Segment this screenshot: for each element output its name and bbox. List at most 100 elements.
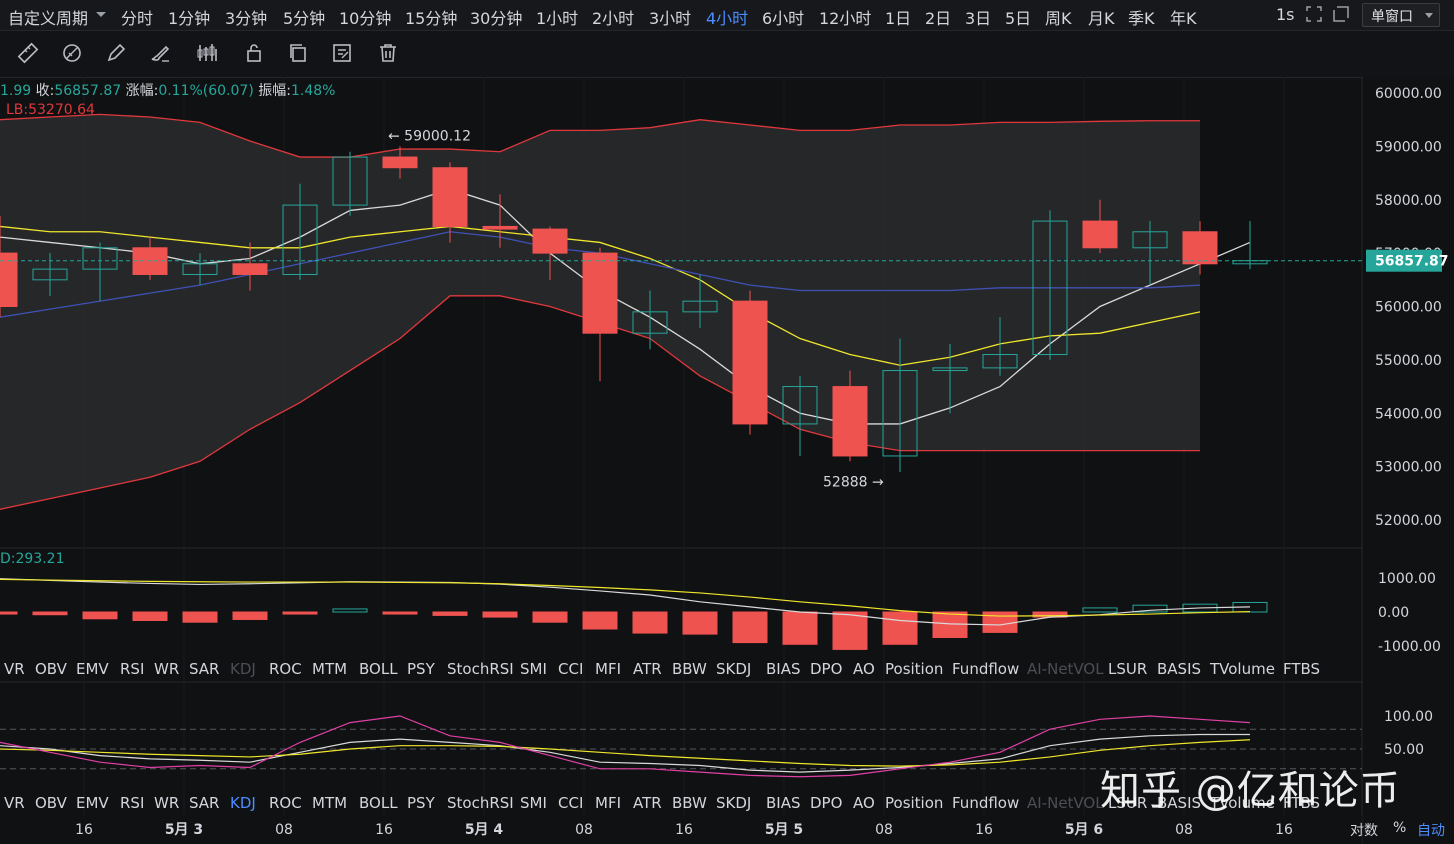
- measure-icon[interactable]: [60, 41, 86, 67]
- ind-row1-mfi[interactable]: MFI: [595, 660, 621, 678]
- ind-row1-kdj[interactable]: KDJ: [230, 660, 256, 678]
- ind-row1-cci[interactable]: CCI: [558, 660, 583, 678]
- ind-row1-obv[interactable]: OBV: [35, 660, 67, 678]
- ind-row1-position[interactable]: Position: [885, 660, 943, 678]
- interval-tab-15[interactable]: 3日: [965, 5, 991, 29]
- interval-tab-2[interactable]: 3分钟: [225, 5, 267, 29]
- macd-bar: [132, 611, 168, 621]
- interval-tab-13[interactable]: 1日: [885, 5, 911, 29]
- copy-icon[interactable]: [286, 41, 312, 67]
- ind-row1-bias[interactable]: BIAS: [766, 660, 801, 678]
- time-tick: 5月 3: [165, 822, 203, 838]
- ind-row2-emv[interactable]: EMV: [76, 794, 109, 812]
- delete-icon[interactable]: [376, 41, 402, 67]
- ind-row1-atr[interactable]: ATR: [633, 660, 662, 678]
- interval-tab-0[interactable]: 分时: [121, 5, 153, 29]
- ind-row1-lsur[interactable]: LSUR: [1108, 660, 1147, 678]
- interval-tab-18[interactable]: 月K: [1088, 5, 1115, 29]
- ind-row1-basis[interactable]: BASIS: [1157, 660, 1201, 678]
- interval-tab-11[interactable]: 6小时: [762, 5, 804, 29]
- ind-row1-mtm[interactable]: MTM: [312, 660, 347, 678]
- ind-row2-position[interactable]: Position: [885, 794, 943, 812]
- ind-row2-vr[interactable]: VR: [4, 794, 25, 812]
- macd-tick: -1000.00: [1378, 639, 1441, 655]
- ind-row2-ai-netvol[interactable]: AI-NetVOL: [1027, 794, 1104, 812]
- ind-row2-dpo[interactable]: DPO: [810, 794, 842, 812]
- chevron-down-icon[interactable]: [96, 12, 106, 17]
- ind-row1-roc[interactable]: ROC: [269, 660, 302, 678]
- ind-row2-bbw[interactable]: BBW: [672, 794, 707, 812]
- ind-row2-smi[interactable]: SMI: [520, 794, 547, 812]
- macd-bar: [782, 611, 818, 645]
- interval-tab-16[interactable]: 5日: [1005, 5, 1031, 29]
- ind-row2-cci[interactable]: CCI: [558, 794, 583, 812]
- ind-row2-psy[interactable]: PSY: [407, 794, 435, 812]
- auto-scale-toggle[interactable]: 自动: [1417, 820, 1445, 840]
- macd-info: D:293.21: [0, 551, 65, 567]
- interval-tab-14[interactable]: 2日: [925, 5, 951, 29]
- ind-row1-wr[interactable]: WR: [154, 660, 179, 678]
- interval-tab-9[interactable]: 3小时: [649, 5, 691, 29]
- ind-row2-fundflow[interactable]: Fundflow: [952, 794, 1019, 812]
- interval-tab-3[interactable]: 5分钟: [283, 5, 325, 29]
- popout-icon[interactable]: [1333, 6, 1349, 26]
- ind-row1-bbw[interactable]: BBW: [672, 660, 707, 678]
- ind-row2-skdj[interactable]: SKDJ: [716, 794, 751, 812]
- ind-row1-fundflow[interactable]: Fundflow: [952, 660, 1019, 678]
- brush-icon[interactable]: [148, 41, 174, 67]
- interval-tab-4[interactable]: 10分钟: [339, 5, 391, 29]
- chart-canvas[interactable]: ← 59000.12 52888 → 60000.00 59000.00 58000.…: [0, 77, 1454, 844]
- ind-row1-dpo[interactable]: DPO: [810, 660, 842, 678]
- ind-row1-skdj[interactable]: SKDJ: [716, 660, 751, 678]
- ind-row2-kdj[interactable]: KDJ: [230, 794, 256, 812]
- ind-row1-ai-netvol[interactable]: AI-NetVOL: [1027, 660, 1104, 678]
- price-tick: 55000.00: [1375, 353, 1442, 369]
- interval-tab-8[interactable]: 2小时: [592, 5, 634, 29]
- time-tick: 16: [75, 822, 93, 838]
- ind-row2-stochrsi[interactable]: StochRSI: [447, 794, 514, 812]
- percent-scale-toggle[interactable]: %: [1393, 820, 1406, 836]
- interval-tab-7[interactable]: 1小时: [536, 5, 578, 29]
- ind-row2-boll[interactable]: BOLL: [359, 794, 398, 812]
- ind-row2-mtm[interactable]: MTM: [312, 794, 347, 812]
- ind-row1-smi[interactable]: SMI: [520, 660, 547, 678]
- refresh-rate[interactable]: 1s: [1276, 5, 1295, 24]
- interval-tab-19[interactable]: 季K: [1128, 5, 1155, 29]
- ind-row1-rsi[interactable]: RSI: [120, 660, 144, 678]
- interval-tab-1[interactable]: 1分钟: [168, 5, 210, 29]
- custom-period-dropdown[interactable]: 自定义周期: [8, 5, 88, 29]
- interval-tab-10[interactable]: 4小时: [706, 5, 748, 29]
- interval-tab-5[interactable]: 15分钟: [405, 5, 457, 29]
- ind-row2-sar[interactable]: SAR: [189, 794, 219, 812]
- ind-row1-ftbs[interactable]: FTBS: [1283, 660, 1320, 678]
- ind-row2-mfi[interactable]: MFI: [595, 794, 621, 812]
- interval-tab-6[interactable]: 30分钟: [470, 5, 522, 29]
- ind-row1-psy[interactable]: PSY: [407, 660, 435, 678]
- ind-row1-boll[interactable]: BOLL: [359, 660, 398, 678]
- interval-tab-20[interactable]: 年K: [1170, 5, 1197, 29]
- fullscreen-icon[interactable]: [1306, 6, 1322, 26]
- ind-row1-vr[interactable]: VR: [4, 660, 25, 678]
- ruler-icon[interactable]: [16, 41, 42, 67]
- pen-icon[interactable]: [104, 41, 130, 67]
- ind-row1-tvolume[interactable]: TVolume: [1210, 660, 1275, 678]
- ind-row2-ao[interactable]: AO: [853, 794, 875, 812]
- ind-row2-obv[interactable]: OBV: [35, 794, 67, 812]
- interval-tab-12[interactable]: 12小时: [819, 5, 871, 29]
- ind-row2-bias[interactable]: BIAS: [766, 794, 801, 812]
- ind-row1-sar[interactable]: SAR: [189, 660, 219, 678]
- indicator-icon[interactable]: [196, 41, 222, 67]
- ind-row1-emv[interactable]: EMV: [76, 660, 109, 678]
- ind-row1-ao[interactable]: AO: [853, 660, 875, 678]
- log-scale-toggle[interactable]: 对数: [1350, 820, 1378, 840]
- interval-tab-17[interactable]: 周K: [1045, 5, 1072, 29]
- candle-body: [832, 386, 868, 457]
- window-mode-select[interactable]: 单窗口: [1362, 3, 1440, 27]
- edit-icon[interactable]: [330, 41, 356, 67]
- ind-row2-rsi[interactable]: RSI: [120, 794, 144, 812]
- ind-row2-wr[interactable]: WR: [154, 794, 179, 812]
- ind-row1-stochrsi[interactable]: StochRSI: [447, 660, 514, 678]
- lock-icon[interactable]: [242, 41, 268, 67]
- ind-row2-roc[interactable]: ROC: [269, 794, 302, 812]
- ind-row2-atr[interactable]: ATR: [633, 794, 662, 812]
